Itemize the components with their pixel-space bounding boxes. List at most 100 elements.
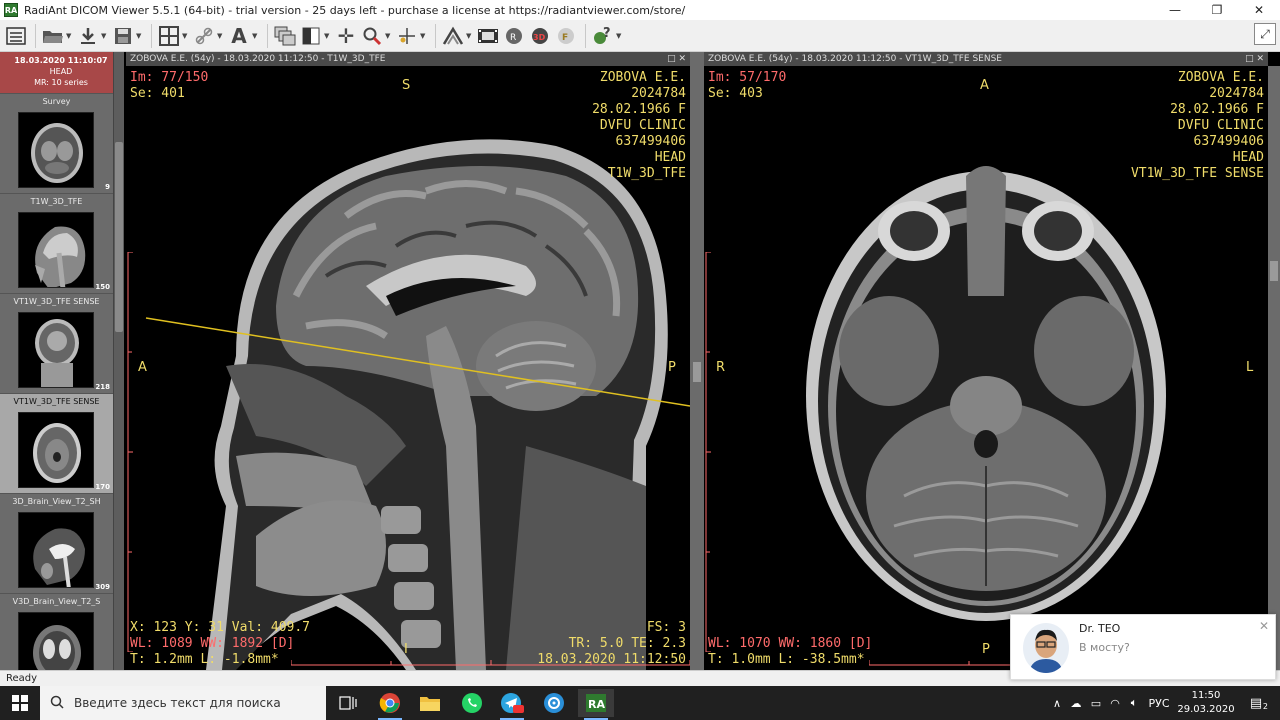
main-toolbar: ▼ ▼ ▼ ▼ ▼ A ▼ ▼ ✛ ▼ ▼ ▼ R 3D F ? ▼ ⤢ bbox=[0, 20, 1280, 52]
viewport-controls[interactable]: □ ✕ bbox=[667, 52, 686, 66]
radiant-app-icon: RA bbox=[586, 694, 606, 712]
mpr-button[interactable]: ▼ bbox=[441, 23, 474, 49]
series-item[interactable]: T1W_3D_TFE 150 bbox=[0, 194, 113, 294]
move-arrows-icon: ✛ bbox=[337, 23, 355, 48]
battery-icon[interactable]: ▭ bbox=[1086, 697, 1106, 710]
onedrive-cloud-icon[interactable]: ☁ bbox=[1066, 697, 1086, 710]
dropdown-arrow-icon: ▼ bbox=[324, 31, 330, 40]
speaker-icon[interactable]: 🔈︎ bbox=[1124, 696, 1144, 710]
dropdown-arrow-icon: ▼ bbox=[217, 31, 223, 40]
windows-logo-icon bbox=[12, 695, 28, 711]
zoom-button[interactable]: ▼ bbox=[360, 23, 393, 49]
cine-button[interactable] bbox=[476, 23, 500, 49]
series-panel-scrollbar[interactable] bbox=[113, 52, 124, 672]
toolbar-separator bbox=[151, 23, 152, 48]
pan-button[interactable]: ✛ bbox=[334, 23, 358, 49]
dropdown-arrow-icon: ▼ bbox=[385, 31, 391, 40]
maximize-button[interactable]: ❐ bbox=[1196, 0, 1238, 20]
close-icon[interactable]: ✕ bbox=[1259, 619, 1269, 633]
protocol-name: VT1W_3D_TFE SENSE bbox=[1130, 166, 1264, 181]
taskbar-telegram[interactable] bbox=[494, 689, 530, 720]
download-icon bbox=[76, 24, 100, 48]
window-title: RadiAnt DICOM Viewer 5.5.1 (64-bit) - tr… bbox=[24, 3, 686, 17]
search-placeholder: Введите здесь текст для поиска bbox=[74, 696, 281, 710]
series-label: V3D_Brain_View_T2_S bbox=[12, 597, 101, 606]
taskbar-search-box[interactable]: Введите здесь текст для поиска bbox=[40, 686, 326, 720]
viewport-controls[interactable]: □ ✕ bbox=[1245, 52, 1264, 66]
stack-button[interactable] bbox=[273, 23, 297, 49]
help-button[interactable]: ? ▼ bbox=[591, 23, 624, 49]
overlay-top-left: Im: 57/170 Se: 403 bbox=[708, 70, 786, 102]
accession-number: 637499406 bbox=[615, 134, 686, 149]
viewport-splitter[interactable] bbox=[690, 52, 704, 670]
save-button[interactable]: ▼ bbox=[111, 23, 144, 49]
taskbar-radiant[interactable]: RA bbox=[578, 689, 614, 720]
wifi-icon[interactable]: ◠ bbox=[1106, 697, 1124, 710]
viewport-sagittal[interactable]: ZOBOVA E.E. (54y) - 18.03.2020 11:12:50 … bbox=[126, 52, 690, 670]
annotation-text-button[interactable]: A ▼ bbox=[227, 23, 260, 49]
window-level: WL: 1070 WW: 1860 [D] bbox=[708, 636, 873, 651]
probe-button[interactable]: ▼ bbox=[395, 23, 428, 49]
scrollbar-thumb[interactable] bbox=[1270, 261, 1278, 281]
import-button[interactable]: ▼ bbox=[76, 23, 109, 49]
action-center-button[interactable]: ▤ 2 bbox=[1244, 686, 1268, 720]
acquisition-datetime: 18.03.2020 11:12:50 bbox=[537, 652, 686, 667]
series-label: 3D_Brain_View_T2_SH bbox=[12, 497, 101, 506]
start-button[interactable] bbox=[0, 686, 40, 720]
series-item[interactable]: V3D_Brain_View_T2_S bbox=[0, 594, 113, 672]
contrast-icon bbox=[299, 24, 323, 48]
3d-view-button[interactable]: 3D bbox=[528, 23, 552, 49]
fusion-icon: F bbox=[554, 24, 578, 48]
chevron-up-icon[interactable]: ∧ bbox=[1048, 697, 1066, 710]
body-part: HEAD bbox=[1232, 150, 1264, 165]
study-header[interactable]: 18.03.2020 11:10:07 HEAD MR: 10 series bbox=[0, 52, 122, 94]
series-panel-toggle-button[interactable] bbox=[4, 23, 28, 49]
series-item[interactable]: Survey 9 bbox=[0, 94, 113, 194]
taskbar-file-explorer[interactable] bbox=[412, 689, 448, 717]
svg-text:R: R bbox=[510, 33, 516, 43]
window-level: WL: 1089 WW: 1892 [D] bbox=[130, 636, 295, 651]
taskbar-app[interactable] bbox=[536, 689, 572, 717]
orientation-top: S bbox=[402, 78, 411, 93]
taskbar-whatsapp[interactable] bbox=[454, 689, 490, 717]
chat-notification[interactable]: Dr. TEO В мосту? ✕ bbox=[1010, 614, 1276, 680]
splitter-grip[interactable] bbox=[693, 362, 701, 382]
3d-cube-icon: 3D bbox=[528, 24, 552, 48]
language-indicator[interactable]: РУС bbox=[1144, 697, 1174, 710]
open-button[interactable]: ▼ bbox=[41, 23, 74, 49]
task-view-button[interactable] bbox=[330, 689, 366, 717]
orientation-top: A bbox=[980, 78, 989, 93]
svg-text:3D: 3D bbox=[533, 33, 546, 42]
series-thumbnail bbox=[18, 612, 94, 672]
overlay-bottom-left: X: 123 Y: 31 Val: 409.7 WL: 1089 WW: 189… bbox=[130, 620, 310, 668]
close-button[interactable]: ✕ bbox=[1238, 0, 1280, 20]
notification-message: В мосту? bbox=[1079, 641, 1130, 654]
patient-birth: 28.02.1966 F bbox=[1170, 102, 1264, 117]
orientation-right: P bbox=[668, 360, 676, 375]
toolbar-separator bbox=[35, 23, 36, 48]
window-level-button[interactable]: ▼ bbox=[299, 23, 332, 49]
series-item[interactable]: 3D_Brain_View_T2_SH 309 bbox=[0, 494, 113, 594]
clock-date: 29.03.2020 bbox=[1177, 704, 1235, 715]
sync-button[interactable]: ▼ bbox=[192, 23, 225, 49]
dropdown-arrow-icon: ▼ bbox=[136, 31, 142, 40]
scrollbar-thumb[interactable] bbox=[115, 142, 123, 332]
series-item-selected[interactable]: VT1W_3D_TFE SENSE 170 bbox=[0, 394, 113, 494]
minimize-button[interactable]: — bbox=[1154, 0, 1196, 20]
series-item[interactable]: VT1W_3D_TFE SENSE 218 bbox=[0, 294, 113, 394]
taskbar-chrome[interactable] bbox=[372, 689, 408, 720]
layout-button[interactable]: ▼ bbox=[157, 23, 190, 49]
viewport-axial[interactable]: ZOBOVA E.E. (54y) - 18.03.2020 11:12:50 … bbox=[704, 52, 1268, 670]
3d-render-button[interactable]: R bbox=[502, 23, 526, 49]
svg-text:RA: RA bbox=[588, 698, 605, 711]
fusion-button[interactable]: F bbox=[554, 23, 578, 49]
dropdown-arrow-icon: ▼ bbox=[420, 31, 426, 40]
taskbar-clock[interactable]: 11:50 29.03.2020 bbox=[1176, 689, 1236, 717]
series-thumbnail bbox=[18, 212, 94, 288]
series-image-count: 150 bbox=[95, 283, 110, 291]
series-label: Survey bbox=[42, 97, 71, 106]
fullscreen-button[interactable]: ⤢ bbox=[1254, 23, 1276, 45]
magnifier-icon bbox=[360, 24, 384, 48]
viewport-scrollbar[interactable] bbox=[1268, 66, 1280, 670]
slice-thickness: T: 1.0mm L: -38.5mm* bbox=[708, 652, 865, 667]
